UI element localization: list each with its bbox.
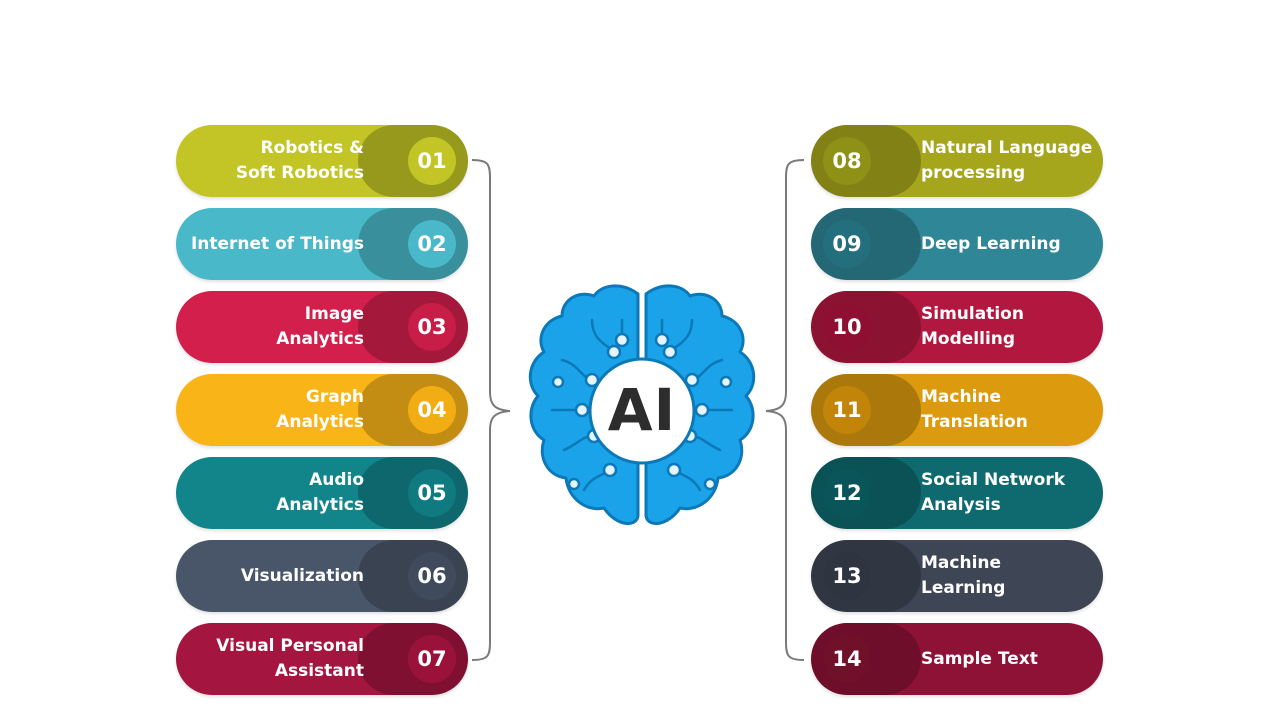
pill-label-line: Translation <box>921 412 1028 432</box>
topic-pill-09: 09 Deep Learning <box>811 208 1103 280</box>
pill-number: 13 <box>823 552 871 600</box>
topic-pill-10: 10 Simulation Modelling <box>811 291 1103 363</box>
left-bracket <box>471 159 511 661</box>
pill-number: 04 <box>408 386 456 434</box>
pill-label: Robotics & Soft Robotics <box>236 125 364 197</box>
pill-number: 05 <box>408 469 456 517</box>
topic-pill-03: 03 Image Analytics <box>176 291 468 363</box>
pill-label: Simulation Modelling <box>921 291 1024 363</box>
pill-label-line: Graph <box>305 387 364 407</box>
topic-pill-07: 07 Visual Personal Assistant <box>176 623 468 695</box>
right-bracket <box>765 159 805 661</box>
pill-label-line: Analytics <box>276 329 364 349</box>
pill-label-line: Analytics <box>276 412 364 432</box>
pill-number: 08 <box>823 137 871 185</box>
pill-label-line: Sample Text <box>921 648 1038 669</box>
pill-label: Deep Learning <box>921 208 1061 280</box>
pill-label: Sample Text <box>921 623 1038 695</box>
pill-label: Machine Learning <box>921 540 1005 612</box>
pill-label-line: Deep Learning <box>921 233 1061 254</box>
pill-label-line: Internet of Things <box>190 233 364 254</box>
pill-label: Visualization <box>241 540 364 612</box>
pill-label-line: Machine <box>921 553 1002 573</box>
pill-label-line: Natural Language <box>921 138 1093 158</box>
pill-label: Natural Language processing <box>921 125 1092 197</box>
ai-center-label: AI <box>607 376 677 444</box>
topic-pill-14: 14 Sample Text <box>811 623 1103 695</box>
pill-label-line: Machine <box>921 387 1002 407</box>
pill-label: Image Analytics <box>276 291 364 363</box>
pill-label-line: Visual Personal <box>216 636 364 656</box>
topic-pill-12: 12 Social Network Analysis <box>811 457 1103 529</box>
pill-label: Social Network Analysis <box>921 457 1065 529</box>
topic-pill-06: 06 Visualization <box>176 540 468 612</box>
pill-label-line: processing <box>921 163 1026 183</box>
topic-pill-05: 05 Audio Analytics <box>176 457 468 529</box>
pill-label-line: Modelling <box>921 329 1016 349</box>
pill-label-line: Analytics <box>276 495 364 515</box>
pill-number: 12 <box>823 469 871 517</box>
pill-number: 02 <box>408 220 456 268</box>
pill-label: Visual Personal Assistant <box>216 623 364 695</box>
pill-label-line: Social Network <box>921 470 1066 490</box>
pill-label-line: Assistant <box>274 661 364 681</box>
pill-label-line: Analysis <box>921 495 1001 515</box>
pill-number: 06 <box>408 552 456 600</box>
pill-label: Internet of Things <box>191 208 364 280</box>
pill-label-line: Visualization <box>240 565 364 586</box>
pill-number: 14 <box>823 635 871 683</box>
topic-pill-02: 02 Internet of Things <box>176 208 468 280</box>
topic-pill-08: 08 Natural Language processing <box>811 125 1103 197</box>
topic-pill-11: 11 Machine Translation <box>811 374 1103 446</box>
pill-label-line: Soft Robotics <box>235 163 364 183</box>
pill-number: 03 <box>408 303 456 351</box>
pill-label-line: Robotics & <box>260 138 364 158</box>
topic-pill-04: 04 Graph Analytics <box>176 374 468 446</box>
pill-number: 01 <box>408 137 456 185</box>
topic-pill-01: 01 Robotics & Soft Robotics <box>176 125 468 197</box>
pill-label: Machine Translation <box>921 374 1028 446</box>
topic-pill-13: 13 Machine Learning <box>811 540 1103 612</box>
pill-number: 10 <box>823 303 871 351</box>
pill-label-line: Image <box>304 304 364 324</box>
pill-number: 11 <box>823 386 871 434</box>
pill-label-line: Learning <box>921 578 1006 598</box>
pill-number: 07 <box>408 635 456 683</box>
pill-label-line: Audio <box>309 470 364 490</box>
pill-number: 09 <box>823 220 871 268</box>
pill-label-line: Simulation <box>921 304 1024 324</box>
pill-label: Graph Analytics <box>276 374 364 446</box>
pill-label: Audio Analytics <box>276 457 364 529</box>
